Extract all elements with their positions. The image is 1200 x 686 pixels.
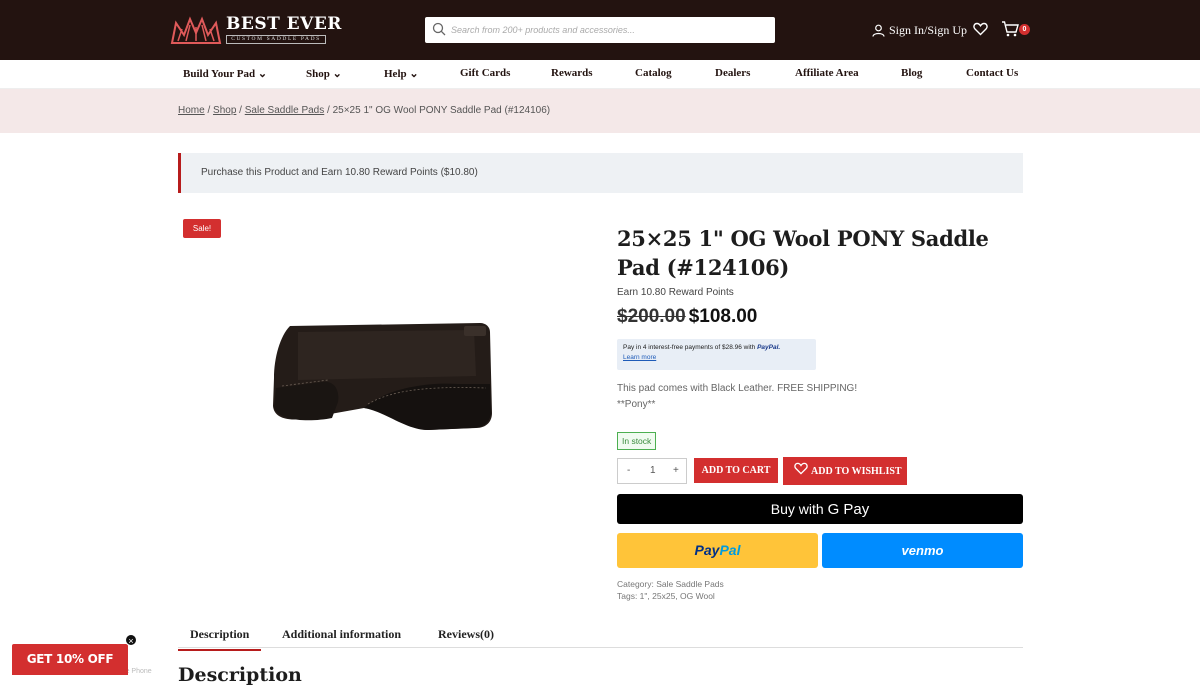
add-to-wishlist-button[interactable]: ADD TO WISHLIST <box>783 457 907 485</box>
qty-decrease-button[interactable]: - <box>627 465 630 476</box>
breadcrumb-shop[interactable]: Shop <box>213 105 236 116</box>
chevron-down-icon: ⌄ <box>257 68 268 80</box>
description-line: **Pony** <box>617 399 656 410</box>
qty-increase-button[interactable]: + <box>673 465 679 476</box>
gpay-label: Buy with <box>770 501 824 517</box>
paypal-pay-later-message: Pay in 4 interest-free payments of $28.9… <box>617 339 816 370</box>
stock-status-badge: In stock <box>617 432 657 450</box>
product-title: 25×25 1" OG Wool PONY Saddle Pad (#12410… <box>617 226 989 280</box>
nav-item-dealers[interactable]: Dealers <box>715 67 750 79</box>
product-image[interactable] <box>268 318 500 436</box>
chevron-down-icon: ⌄ <box>332 68 342 80</box>
gpay-logo: G Pay <box>827 501 870 518</box>
promo-discount-button[interactable]: GET 10% OFF <box>12 644 128 675</box>
signin-link[interactable]: Sign In/Sign Up <box>872 21 967 39</box>
nav-item-help[interactable]: Help ⌄ <box>384 67 419 80</box>
wishlist-heart-icon[interactable] <box>973 22 988 36</box>
paypal-logo-part: Pay <box>694 542 720 558</box>
paypal-button[interactable]: PayPal <box>617 533 818 568</box>
cart-icon[interactable] <box>1001 20 1019 37</box>
top-header: BEST EVER CUSTOM SADDLE PADS Sign In/Sig… <box>0 0 1200 60</box>
search-bar <box>425 17 775 43</box>
paypal-logo-part: Pal <box>719 542 741 558</box>
reward-points: Earn 10.80 Reward Points <box>617 287 734 298</box>
quantity-input[interactable]: 1 <box>650 465 656 476</box>
nav-item-gift-cards[interactable]: Gift Cards <box>460 67 510 79</box>
close-icon[interactable]: × <box>125 634 137 646</box>
nav-item-build-your-pad[interactable]: Build Your Pad ⌄ <box>183 67 267 80</box>
main-nav: Build Your Pad ⌄ Shop ⌄ Help ⌄ Gift Card… <box>0 60 1200 89</box>
logo[interactable]: BEST EVER CUSTOM SADDLE PADS <box>170 13 341 47</box>
add-to-cart-button[interactable]: ADD TO CART <box>694 458 778 483</box>
tab-description[interactable]: Description <box>177 627 262 651</box>
nav-item-affiliate-area[interactable]: Affiliate Area <box>795 67 859 79</box>
user-icon <box>872 24 885 37</box>
product-tags[interactable]: Tags: 1", 25x25, OG Wool <box>617 590 724 602</box>
venmo-button[interactable]: venmo <box>822 533 1023 568</box>
breadcrumb: Home / Shop / Sale Saddle Pads / 25×25 1… <box>178 105 551 116</box>
add-to-wishlist-label: ADD TO WISHLIST <box>811 466 902 477</box>
crown-icon <box>170 16 222 44</box>
quantity-stepper: - 1 + <box>617 458 687 484</box>
nav-item-blog[interactable]: Blog <box>901 67 922 79</box>
heart-icon <box>794 462 808 475</box>
cart-count-badge: 0 <box>1019 24 1030 35</box>
product-tabs: Description Additional information Revie… <box>177 620 1023 651</box>
logo-name: BEST EVER <box>226 14 342 34</box>
logo-tagline: CUSTOM SADDLE PADS <box>226 35 326 44</box>
search-icon <box>432 22 446 36</box>
nav-item-shop[interactable]: Shop ⌄ <box>306 67 342 80</box>
paypal-message-text: Pay in 4 interest-free payments of $28.9… <box>623 344 781 351</box>
reward-notice-text: Purchase this Product and Earn 10.80 Rew… <box>201 167 478 178</box>
product-meta: Category: Sale Saddle Pads Tags: 1", 25x… <box>617 578 724 602</box>
description-line: This pad comes with Black Leather. FREE … <box>617 383 858 394</box>
short-description: This pad comes with Black Leather. FREE … <box>617 381 857 413</box>
nav-item-catalog[interactable]: Catalog <box>635 67 672 79</box>
description-heading: Description <box>178 664 302 686</box>
search-input[interactable] <box>451 17 769 43</box>
nav-item-rewards[interactable]: Rewards <box>551 67 593 79</box>
product-category[interactable]: Category: Sale Saddle Pads <box>617 578 724 590</box>
signin-label: Sign In/Sign Up <box>889 22 968 37</box>
breadcrumb-current: 25×25 1" OG Wool PONY Saddle Pad (#12410… <box>332 105 551 116</box>
breadcrumb-home[interactable]: Home <box>178 105 205 116</box>
sale-badge: Sale! <box>183 219 221 238</box>
paypal-logo: PayPal. <box>757 344 781 351</box>
google-pay-button[interactable]: Buy with G Pay <box>617 494 1023 524</box>
chevron-down-icon: ⌄ <box>409 68 419 80</box>
price: $200.00 $108.00 <box>617 306 757 328</box>
reward-notice: Purchase this Product and Earn 10.80 Rew… <box>178 153 1023 193</box>
breadcrumb-sale-saddle-pads[interactable]: Sale Saddle Pads <box>245 105 325 116</box>
tab-reviews[interactable]: Reviews(0) <box>438 627 494 642</box>
tab-additional-information[interactable]: Additional information <box>282 627 401 642</box>
paypal-learn-more-link[interactable]: Learn more <box>623 354 656 361</box>
old-price: $200.00 <box>617 306 686 327</box>
nav-item-contact-us[interactable]: Contact Us <box>966 67 1018 79</box>
sale-price: $108.00 <box>688 306 758 327</box>
